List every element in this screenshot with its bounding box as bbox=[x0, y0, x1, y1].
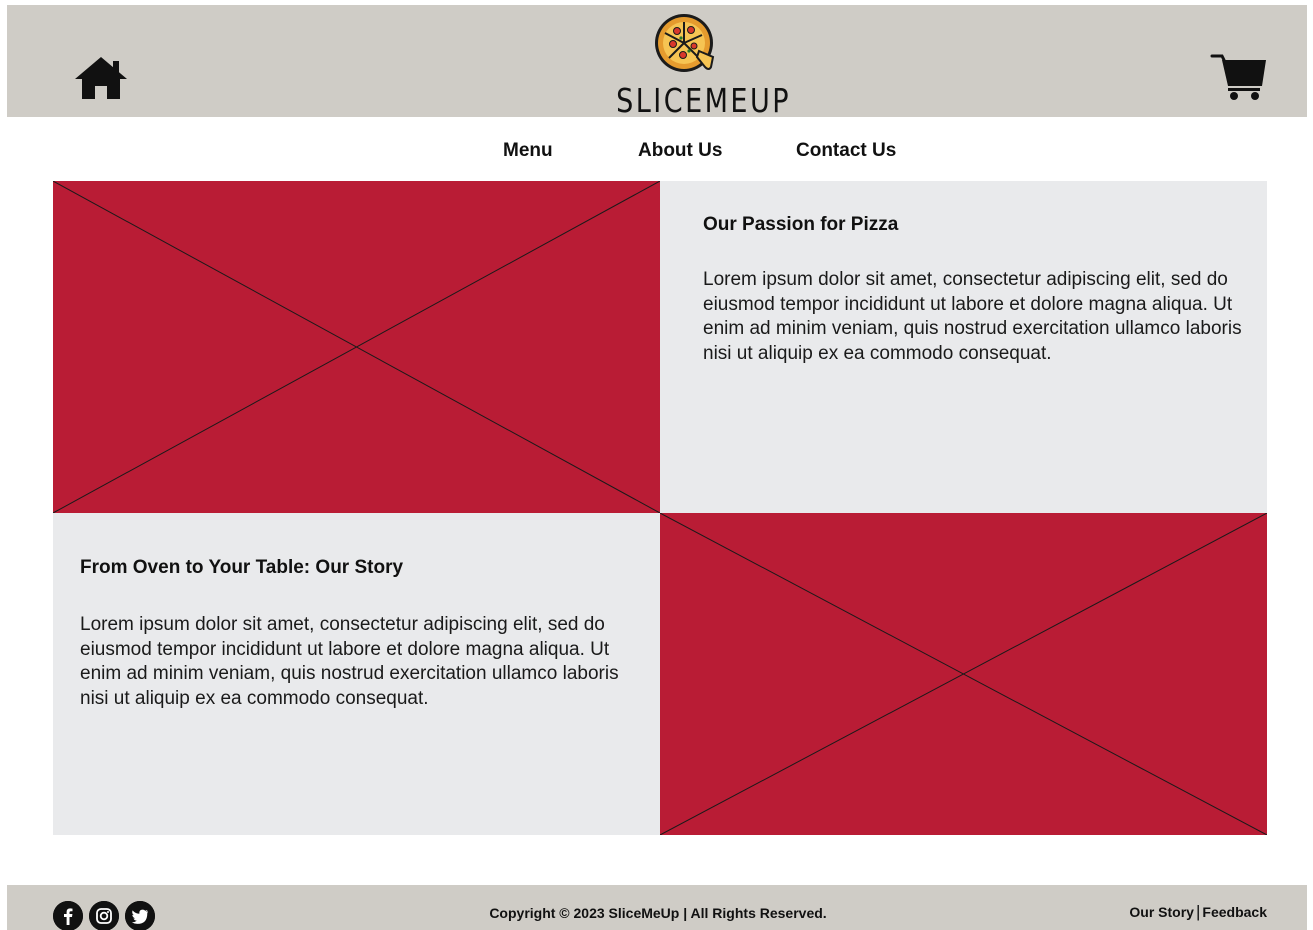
main-nav: Menu About Us Contact Us bbox=[0, 140, 1313, 166]
site-footer: Copyright © 2023 SliceMeUp | All Rights … bbox=[7, 885, 1307, 930]
section-body: Lorem ipsum dolor sit amet, consectetur … bbox=[80, 614, 619, 709]
section-title: Our Passion for Pizza bbox=[703, 214, 899, 235]
site-header: SLICEMEUP bbox=[7, 5, 1307, 120]
brand-name: SLICEMEUP bbox=[616, 81, 792, 120]
nav-about-us-link[interactable]: About Us bbox=[638, 140, 722, 162]
pizza-icon bbox=[653, 11, 717, 75]
copyright-text: Copyright © 2023 SliceMeUp | All Rights … bbox=[489, 905, 827, 921]
footer-feedback-link[interactable]: Feedback bbox=[1202, 904, 1267, 920]
brand-logo[interactable]: SLICEMEUP bbox=[599, 10, 792, 120]
nav-menu-link[interactable]: Menu bbox=[503, 140, 553, 162]
image-placeholder-2 bbox=[660, 513, 1267, 835]
section-body: Lorem ipsum dolor sit amet, consectetur … bbox=[703, 269, 1242, 364]
nav-contact-us-link[interactable]: Contact Us bbox=[796, 140, 896, 162]
image-placeholder-1 bbox=[53, 181, 660, 513]
home-icon[interactable] bbox=[73, 55, 129, 101]
shopping-cart-icon[interactable] bbox=[1210, 52, 1268, 102]
footer-our-story-link[interactable]: Our Story bbox=[1129, 904, 1194, 920]
story-section: From Oven to Your Table: Our Story Lorem… bbox=[53, 513, 660, 835]
passion-section: Our Passion for Pizza Lorem ipsum dolor … bbox=[660, 181, 1267, 513]
section-title: From Oven to Your Table: Our Story bbox=[80, 557, 404, 578]
footer-links: Our Story | Feedback bbox=[1129, 902, 1267, 922]
